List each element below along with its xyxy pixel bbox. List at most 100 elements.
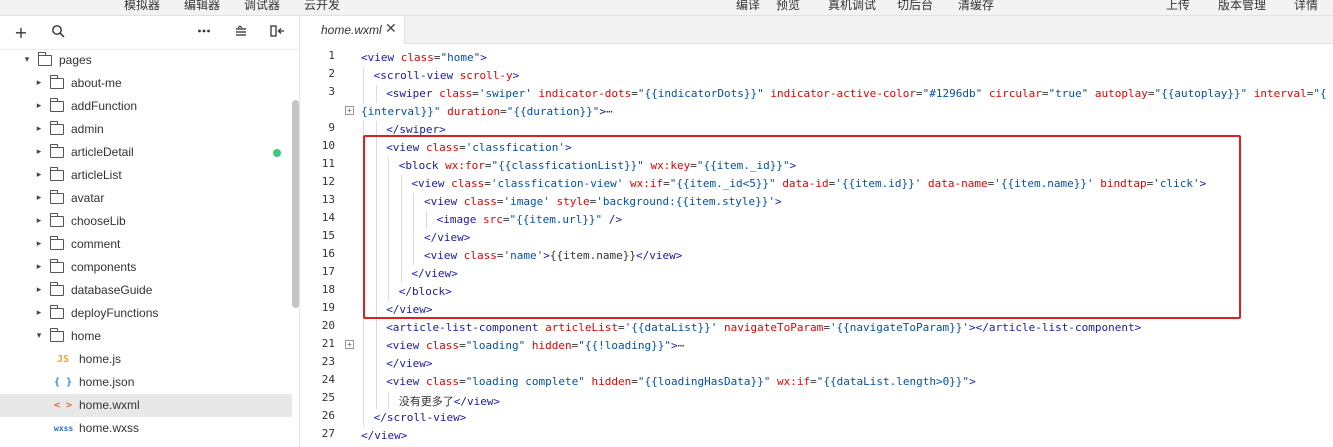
tree-folder[interactable]: ▸ comment: [0, 233, 292, 256]
tree-item-label: admin: [71, 122, 104, 136]
line-number: 17: [321, 265, 335, 278]
fold-expand-icon[interactable]: +: [345, 340, 354, 349]
cloud-button[interactable]: 云开发: [304, 0, 340, 13]
folder-icon: [50, 121, 64, 135]
background-button[interactable]: 切后台: [897, 0, 933, 13]
code-line[interactable]: <article-list-component articleList='{{d…: [386, 321, 1141, 334]
indent-guide: [375, 391, 377, 409]
code-token: </view>: [453, 395, 501, 408]
chevron-right-icon[interactable]: ▸: [34, 256, 44, 279]
code-token: "{{!loading}}": [578, 339, 672, 352]
tree-file[interactable]: { } home.json: [0, 371, 292, 394]
code-line[interactable]: 没有更多了</view>: [399, 393, 500, 409]
code-token: "{{indicatorDots}}": [637, 87, 771, 100]
tree-folder[interactable]: ▸ deployFunctions: [0, 302, 292, 325]
chevron-right-icon[interactable]: ▸: [34, 210, 44, 233]
chevron-right-icon[interactable]: ▸: [34, 302, 44, 325]
code-token: =: [810, 375, 817, 388]
code-token: >: [480, 51, 487, 64]
code-line[interactable]: <view class="loading complete" hidden="{…: [386, 375, 976, 388]
line-number: 20: [321, 319, 335, 332]
code-line[interactable]: </scroll-view>: [374, 411, 467, 424]
code-token: "loading complete": [465, 375, 592, 388]
sidebar-scrollbar-thumb[interactable]: [292, 100, 299, 308]
compile-button[interactable]: 编译: [736, 0, 760, 13]
chevron-right-icon[interactable]: ▸: [34, 279, 44, 302]
tree-item-label: comment: [71, 237, 121, 251]
chevron-right-icon[interactable]: ▸: [34, 187, 44, 210]
tree-folder[interactable]: ▸ databaseGuide: [0, 279, 292, 302]
chevron-right-icon[interactable]: ▸: [34, 164, 44, 187]
details-button[interactable]: 详情: [1294, 0, 1318, 13]
code-token: =: [916, 87, 923, 100]
line-number: 19: [321, 301, 335, 314]
debugger-button[interactable]: 调试器: [244, 0, 280, 13]
code-line[interactable]: <view class="loading" hidden="{{!loading…: [386, 339, 684, 352]
tree-file[interactable]: wxss home.wxss: [0, 417, 292, 440]
code-token: indicator-dots: [538, 87, 632, 100]
code-token: "true": [1048, 87, 1095, 100]
tree-folder[interactable]: ▸ articleDetail: [0, 141, 292, 164]
code-line[interactable]: <swiper class='swiper' indicator-dots="{…: [386, 87, 1326, 100]
chevron-down-icon[interactable]: ▾: [22, 49, 32, 72]
tree-item-label: home.json: [79, 375, 135, 389]
tree-item-label: about-me: [71, 76, 122, 90]
folder-icon: [50, 167, 64, 181]
code-line[interactable]: </view>: [361, 429, 407, 442]
folder-icon: [50, 75, 64, 89]
tree-folder[interactable]: ▸ admin: [0, 118, 292, 141]
more-icon[interactable]: [195, 24, 213, 42]
indent-guide: [363, 409, 364, 427]
search-icon[interactable]: [49, 24, 67, 42]
folder-open-icon: [38, 52, 52, 66]
upload-button[interactable]: 上传: [1166, 0, 1190, 13]
remote-debug-button[interactable]: 真机调试: [828, 0, 876, 13]
code-token: class: [439, 87, 473, 100]
tree-folder[interactable]: ▸ avatar: [0, 187, 292, 210]
top-toolbar: 模拟器 编辑器 调试器 云开发 编译 预览 真机调试 切后台 清缓存 上传 版本…: [0, 0, 1333, 16]
chevron-right-icon[interactable]: ▸: [34, 141, 44, 164]
tree-folder[interactable]: ▸ chooseLib: [0, 210, 292, 233]
tree-file[interactable]: < > home.wxml: [0, 394, 292, 417]
tree-folder[interactable]: ▸ about-me: [0, 72, 292, 95]
code-token: scroll-y: [459, 69, 513, 82]
clear-cache-button[interactable]: 清缓存: [958, 0, 994, 13]
collapse-list-icon[interactable]: [232, 24, 250, 42]
editor-button[interactable]: 编辑器: [184, 0, 220, 13]
tree-folder[interactable]: ▾ home: [0, 325, 292, 348]
tree-folder[interactable]: ▸ articleList: [0, 164, 292, 187]
chevron-right-icon[interactable]: ▸: [34, 233, 44, 256]
code-line[interactable]: <view class="home">: [361, 51, 487, 64]
tree-folder[interactable]: ▸ components: [0, 256, 292, 279]
version-management-button[interactable]: 版本管理: [1218, 0, 1266, 13]
chevron-right-icon[interactable]: ▸: [34, 118, 44, 141]
preview-button[interactable]: 预览: [776, 0, 800, 13]
editor-tab-bar: home.wxml ✕: [301, 16, 1333, 44]
indent-guide: [363, 373, 364, 391]
tree-folder[interactable]: ▸ addFunction: [0, 95, 292, 118]
tree-folder[interactable]: ▾ pages: [0, 49, 292, 72]
code-token: class: [400, 51, 434, 64]
code-token: {interval}}": [361, 105, 448, 118]
code-token: hidden: [531, 339, 572, 352]
code-token: >: [512, 69, 520, 82]
split-icon[interactable]: [269, 24, 287, 42]
tree-file[interactable]: JS home.js: [0, 348, 292, 371]
code-token: "{{duration}}": [506, 105, 600, 118]
code-line[interactable]: <scroll-view scroll-y>: [374, 69, 520, 82]
line-number: 18: [321, 283, 335, 296]
fold-expand-icon[interactable]: +: [345, 106, 354, 115]
tab-home-wxml[interactable]: home.wxml ✕: [301, 16, 405, 44]
code-token: =: [500, 105, 507, 118]
chevron-down-icon[interactable]: ▾: [34, 325, 44, 348]
chevron-right-icon[interactable]: ▸: [34, 95, 44, 118]
code-line[interactable]: {interval}}" duration="{{duration}}">⋯: [361, 105, 613, 118]
chevron-right-icon[interactable]: ▸: [34, 72, 44, 95]
code-token: "{: [1313, 87, 1327, 100]
simulator-button[interactable]: 模拟器: [124, 0, 160, 13]
code-token: "home": [440, 51, 481, 64]
code-token: </view>: [361, 429, 408, 442]
code-line[interactable]: </view>: [386, 357, 432, 370]
plus-icon[interactable]: +: [12, 24, 30, 42]
close-icon[interactable]: ✕: [385, 21, 397, 37]
